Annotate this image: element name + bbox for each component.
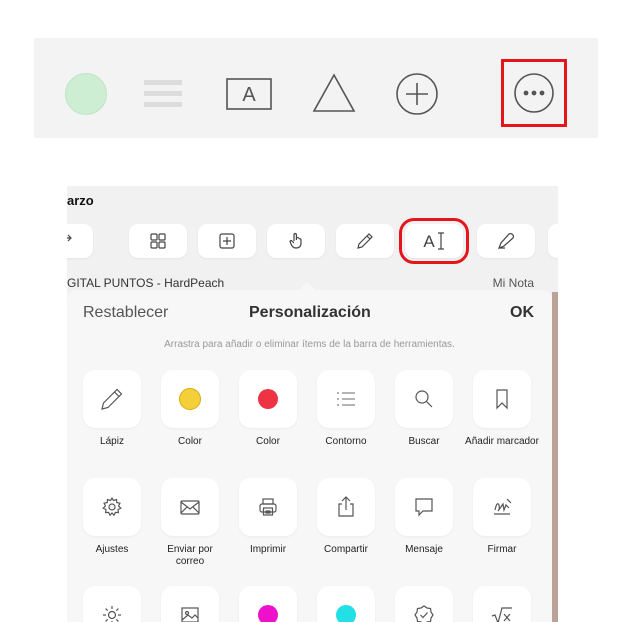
- cyan-dot: [336, 605, 356, 622]
- grid-item-image[interactable]: [152, 586, 228, 622]
- toolbar-overflow-tile[interactable]: [548, 224, 558, 258]
- grid-item-label: Compartir: [324, 544, 368, 555]
- customization-sheet: Restablecer Personalización OK Arrastra …: [67, 290, 552, 622]
- document-edge: [552, 292, 558, 622]
- annotation-toolbar: A: [67, 218, 558, 264]
- list-icon: [317, 370, 375, 428]
- grid-item-label: Ajustes: [95, 544, 129, 555]
- grid-item-color-yellow[interactable]: Color: [152, 370, 228, 448]
- grid-item-label: Firmar: [487, 544, 517, 555]
- add-icon[interactable]: [394, 71, 440, 117]
- grid-item-color-red[interactable]: Color: [230, 370, 306, 448]
- grid-item-message[interactable]: Mensaje: [386, 478, 462, 556]
- grid-item-search[interactable]: Buscar: [386, 370, 462, 448]
- redo-icon[interactable]: [67, 224, 93, 258]
- notebook-name: GITAL PUNTOS - HardPeach: [67, 276, 225, 290]
- sun-icon: [83, 586, 141, 622]
- reset-button[interactable]: Restablecer: [83, 304, 168, 322]
- printer-icon: [239, 478, 297, 536]
- grid-icon[interactable]: [129, 224, 187, 258]
- badge-check-icon: [395, 586, 453, 622]
- note-name: Mi Nota: [492, 276, 534, 290]
- color-swatch[interactable]: [65, 73, 107, 115]
- grid-item-label: Lápiz: [100, 436, 124, 447]
- pencil-icon[interactable]: [336, 224, 394, 258]
- grid-item-color-magenta[interactable]: [230, 586, 306, 622]
- grid-item-print[interactable]: Imprimir: [230, 478, 306, 556]
- grid-item-label: Imprimir: [249, 544, 287, 555]
- yellow-dot: [179, 388, 201, 410]
- grid-item-label: Mensaje: [405, 544, 443, 555]
- red-dot: [258, 389, 278, 409]
- grid-item-sign[interactable]: Firmar: [464, 478, 540, 556]
- grid-item-label: Buscar: [408, 436, 440, 447]
- grid-item-color-cyan[interactable]: [308, 586, 384, 622]
- pencil-icon: [83, 370, 141, 428]
- square-root-icon: [473, 586, 531, 622]
- mail-icon: [161, 478, 219, 536]
- grid-item-outline[interactable]: Contorno: [308, 370, 384, 448]
- search-icon: [395, 370, 453, 428]
- lines-icon[interactable]: [144, 76, 182, 112]
- image-icon: [161, 586, 219, 622]
- message-icon: [395, 478, 453, 536]
- sheet-title: Personalización: [249, 304, 371, 321]
- grid-item-settings[interactable]: Ajustes: [74, 478, 150, 556]
- magenta-dot: [258, 605, 278, 622]
- ok-button[interactable]: OK: [510, 304, 534, 322]
- text-cursor-icon[interactable]: A: [399, 218, 469, 264]
- sheet-hint: Arrastra para añadir o eliminar ítems de…: [164, 339, 455, 350]
- grid-item-bookmark[interactable]: Añadir marcador: [464, 370, 540, 448]
- hand-icon[interactable]: [267, 224, 325, 258]
- triangle-icon[interactable]: [311, 71, 357, 115]
- grid-item-verified[interactable]: [386, 586, 462, 622]
- add-page-icon[interactable]: [198, 224, 256, 258]
- document-title: arzo: [67, 193, 94, 208]
- grid-item-label: Enviar por correo: [167, 544, 213, 567]
- more-button[interactable]: [501, 59, 567, 127]
- eraser-icon[interactable]: [477, 224, 535, 258]
- grid-item-label: Color: [178, 436, 202, 447]
- customization-screenshot: arzo A GITAL PUNTOS - HardPeach Mi Nota …: [67, 186, 558, 622]
- bookmark-icon: [473, 370, 531, 428]
- svg-text:A: A: [242, 84, 256, 106]
- top-toolbar: A: [34, 38, 598, 138]
- grid-item-email[interactable]: Enviar por correo: [152, 478, 228, 568]
- grid-item-label: Añadir marcador: [465, 436, 539, 447]
- grid-item-label: Color: [256, 436, 280, 447]
- svg-text:A: A: [423, 232, 435, 251]
- gear-icon: [83, 478, 141, 536]
- grid-item-brightness[interactable]: [74, 586, 150, 622]
- grid-item-math[interactable]: [464, 586, 540, 622]
- text-box-icon[interactable]: A: [222, 74, 276, 114]
- grid-item-share[interactable]: Compartir: [308, 478, 384, 556]
- signature-icon: [473, 478, 531, 536]
- share-icon: [317, 478, 375, 536]
- grid-item-label: Contorno: [325, 436, 367, 447]
- grid-item-pencil[interactable]: Lápiz: [74, 370, 150, 448]
